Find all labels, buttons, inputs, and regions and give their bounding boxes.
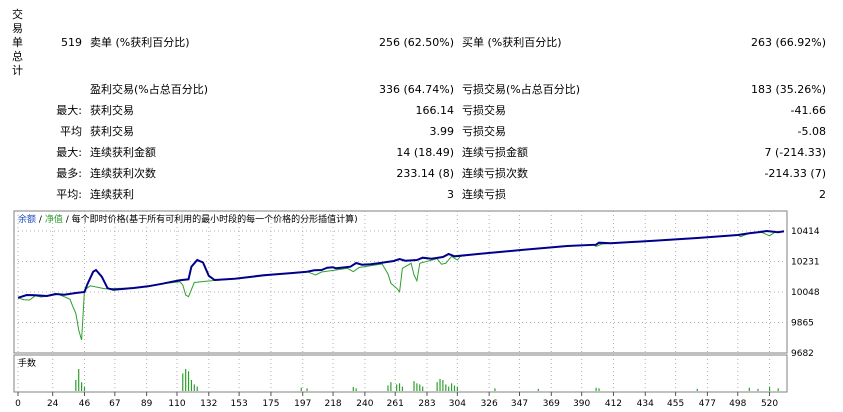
y-axis-ticks: 10414 10231 10048 9865 9682 [791,227,820,359]
x-tick-label: 347 [511,399,528,409]
y-tick-label: 10231 [791,258,820,268]
x-tick-label: 240 [356,399,373,409]
x-tick-label: 369 [543,399,560,409]
x-tick-label: 390 [573,399,590,409]
chart-description: 每个即时价格(基于所有可利用的最小时段的每一个价格的分形插值计算) [72,213,358,225]
x-tick-label: 304 [449,399,466,409]
header-separator: / [66,215,70,225]
x-tick-label: 89 [141,399,153,409]
balance-legend: 余额 [18,213,36,225]
x-axis-ticks: 0 24 46 67 89 110 132 153 175 197 218 240 261 283 304 3… [15,392,778,409]
y-tick-label: 10048 [791,288,820,298]
volume-plot-frame [13,354,788,393]
x-tick-label: 46 [79,399,91,409]
balance-equity-chart: 余额 / 净值 / 每个即时价格(基于所有可利用的最小时段的每一个价格的分形插值… [13,210,820,409]
y-tick-label: 9865 [791,319,814,329]
x-tick-label: 261 [387,399,404,409]
x-tick-label: 412 [605,399,622,409]
x-tick-label: 153 [231,399,248,409]
x-tick-label: 218 [324,399,341,409]
x-tick-label: 434 [637,399,654,409]
x-tick-label: 197 [294,399,311,409]
y-tick-label: 9682 [791,349,814,359]
x-tick-label: 455 [667,399,684,409]
y-tick-label: 10414 [791,227,820,237]
x-tick-label: 283 [418,399,435,409]
chart-header: 余额 / 净值 / 每个即时价格(基于所有可利用的最小时段的每一个价格的分形插值… [18,213,358,225]
x-tick-label: 175 [262,399,279,409]
x-tick-label: 67 [109,399,120,409]
equity-legend: 净值 [45,213,63,225]
x-tick-label: 24 [47,399,59,409]
x-tick-label: 520 [761,399,778,409]
x-tick-label: 498 [729,399,746,409]
x-tick-label: 477 [699,399,716,409]
volume-label: 手数 [18,357,36,369]
x-tick-label: 110 [168,399,185,409]
header-separator: / [39,215,43,225]
x-tick-label: 0 [15,399,21,409]
x-tick-label: 326 [481,399,498,409]
x-tick-label: 132 [200,399,217,409]
